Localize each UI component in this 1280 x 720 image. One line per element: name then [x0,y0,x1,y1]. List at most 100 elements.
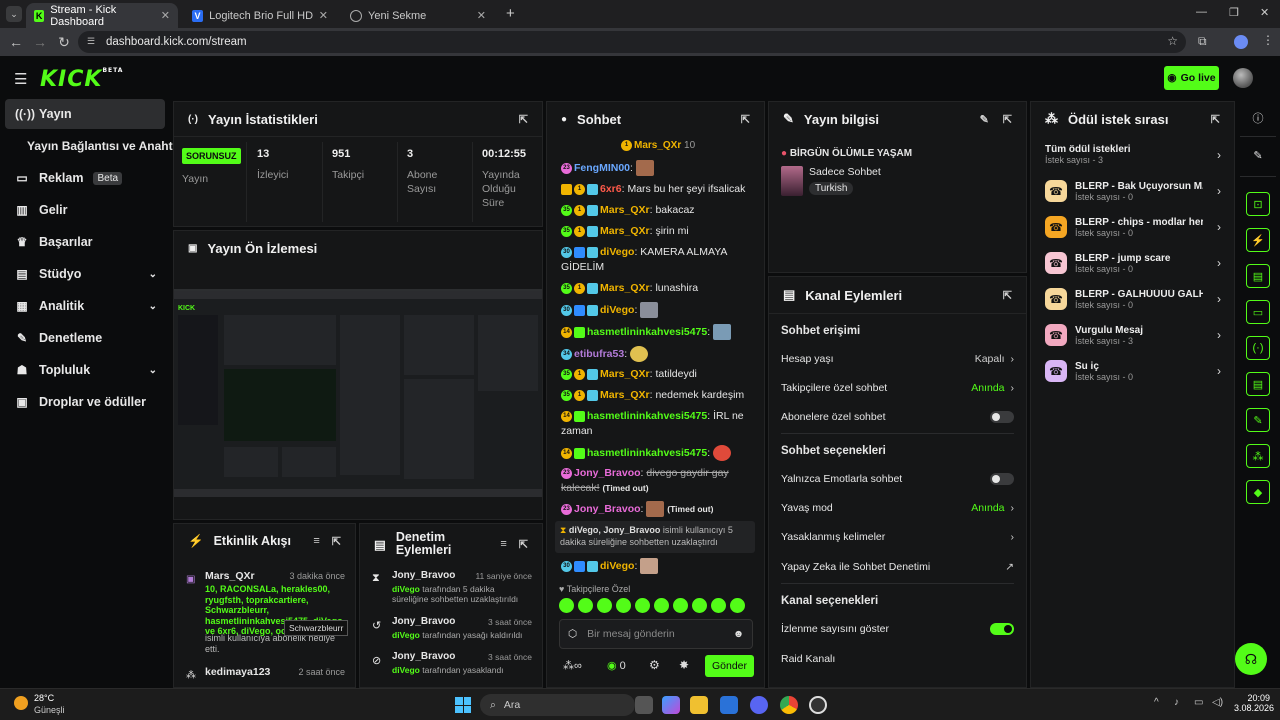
volume-icon[interactable]: ◁) [1212,697,1223,708]
slow-mode-row[interactable]: Yavaş mod Anında › [781,502,1014,514]
mod-user[interactable]: Jony_Bravoo [392,651,455,662]
sidebar-item-topluluk[interactable]: ☗ Topluluk ⌄ [5,355,165,385]
popout-icon[interactable]: ⇱ [741,113,750,126]
discord-icon[interactable] [750,696,768,714]
chat-user[interactable]: hasmetlininkahvesi5475 [587,326,707,338]
badge-icon[interactable]: ✸ [679,658,689,672]
stats-panel-icon[interactable]: ⊡ [1246,192,1270,216]
copilot-icon[interactable] [662,696,680,714]
sidebar-item-basarilar[interactable]: ♛ Başarılar [5,227,165,257]
followers-only-row[interactable]: Takipçilere özel sohbet Anında › [781,382,1014,394]
reward-row[interactable]: ☎ BLERP - chips - modlar her... İstek sayı… [1045,216,1221,238]
chat-user[interactable]: Mars_QXr [634,140,681,151]
account-age-row[interactable]: Hesap yaşı Kapalı › [781,353,1014,365]
subs-only-toggle[interactable] [990,411,1014,423]
community-icon[interactable]: ⁂ [1246,444,1270,468]
mic-icon[interactable]: ♪ [1174,697,1179,708]
popout-icon[interactable]: ⇱ [519,113,528,126]
chat-user[interactable]: Mars_QXr [600,389,650,401]
extensions-icon[interactable]: ⧉ [1198,34,1207,49]
tab-search-button[interactable]: ⌄ [6,6,22,22]
profile-icon[interactable] [1234,35,1248,49]
menu-dots-icon[interactable]: ⋮ [1262,33,1274,47]
edit-icon[interactable]: ✎ [1246,143,1270,167]
emote[interactable] [597,598,612,613]
show-viewers-toggle[interactable] [990,623,1014,635]
sidebar-item-stream-key[interactable]: Yayın Bağlantısı ve Anahtarı [5,131,187,161]
edit-icon[interactable]: ✎ [980,113,989,126]
go-live-button[interactable]: ◉ Go live [1164,66,1219,90]
emote[interactable] [559,598,574,613]
chat-user[interactable]: hasmetlininkahvesi5475 [587,447,707,459]
emoji-icon[interactable]: ☻ [733,628,744,640]
raid-row[interactable]: Raid Kanalı [781,653,1014,665]
reload-icon[interactable]: ↻ [52,34,76,51]
emote[interactable] [692,598,707,613]
sidebar-item-denetleme[interactable]: ✎ Denetleme [5,323,165,353]
reward-row[interactable]: ☎ BLERP - Bak Uçuyorsun M... İstek sayısı … [1045,180,1221,202]
windows-start-icon[interactable] [455,697,471,713]
emote-only-toggle[interactable] [990,473,1014,485]
folder-icon[interactable] [690,696,708,714]
popout-icon[interactable]: ⇱ [332,535,341,548]
document-icon[interactable]: ▤ [1246,264,1270,288]
popout-icon[interactable]: ⇱ [1211,113,1220,126]
reward-row[interactable]: ☎ BLERP - jump scare İstek sayısı - 0 › [1045,252,1221,274]
filter-icon[interactable]: ≡ [313,535,319,548]
reward-row[interactable]: ☎ BLERP - GALHÜÜÜÜ GALH... İstek sayısı - … [1045,288,1221,310]
chat-input[interactable]: ⬡ Bir mesaj gönderin ☻ [559,619,753,649]
send-button[interactable]: Gönder [705,655,754,677]
community-icon[interactable]: ⁂∞ [563,659,582,672]
filter-icon[interactable]: ≡ [500,538,506,551]
site-info-icon[interactable]: ☰ [87,36,95,47]
mod-user[interactable]: Jony_Bravoo [392,570,455,581]
points-display[interactable]: ◉ 0 [607,659,626,672]
bookmark-star-icon[interactable]: ☆ [1167,34,1178,48]
ticket-icon[interactable]: ◆ [1246,480,1270,504]
broadcast-icon[interactable]: (·) [1246,336,1270,360]
banned-words-row[interactable]: Yasaklanmış kelimeler › [781,531,1014,543]
mod-actor[interactable]: diVego [392,584,420,594]
weather-temp[interactable]: 28°C [34,693,54,703]
event-user[interactable]: kedimaya123 [205,666,270,678]
back-icon[interactable]: ← [4,34,28,50]
url-field[interactable]: ☰ dashboard.kick.com/stream ☆ [78,31,1186,53]
emote[interactable] [635,598,650,613]
sidebar-item-droplar[interactable]: ▣ Droplar ve ödüller [5,387,165,417]
emote[interactable] [578,598,593,613]
emote[interactable] [730,598,745,613]
emote[interactable] [673,598,688,613]
sidebar-item-reklam[interactable]: ▭ Reklam Beta [5,163,165,193]
ai-moderation-row[interactable]: Yapay Zeka ile Sohbet Denetimi ↗ [781,561,1014,573]
task-view-icon[interactable] [635,696,653,714]
minimize-button[interactable]: — [1196,6,1207,18]
reward-row-all[interactable]: Tüm ödül istekleri İstek sayısı - 3 › [1045,144,1221,165]
sidebar-item-analitik[interactable]: ▦ Analitik ⌄ [5,291,165,321]
tab-kick-dashboard[interactable]: K Stream - Kick Dashboard ✕ [26,3,178,28]
mod-actor[interactable]: diVego [392,630,420,640]
kick-logo[interactable]: KICKBETA [40,67,123,92]
tab-logitech[interactable]: V Logitech Brio Full HD Web Kam ✕ [184,3,336,28]
reward-row[interactable]: ☎ Su iç İstek sayısı - 0 › [1045,360,1221,382]
popout-icon[interactable]: ⇱ [519,538,528,551]
chat-user[interactable]: Jony_Bravoo [574,467,641,479]
chat-user[interactable]: Jony_Bravoo [574,503,641,515]
support-headset-icon[interactable]: ☊ [1235,643,1267,675]
chat-icon[interactable]: ▭ [1246,300,1270,324]
user-avatar[interactable] [1233,68,1253,88]
window-close-button[interactable]: ✕ [1260,6,1269,19]
weather-text[interactable]: Güneşli [34,705,65,715]
sidebar-item-gelir[interactable]: ▥ Gelir [5,195,165,225]
popout-icon[interactable]: ⇱ [1003,113,1012,126]
info-icon[interactable]: ⓘ [1246,106,1270,130]
tab-new[interactable]: Yeni Sekme ✕ [342,3,494,28]
event-user[interactable]: Mars_QXr [205,570,255,582]
preview-video[interactable]: KICK [174,289,542,497]
chat-user[interactable]: diVego [600,560,634,572]
chat-user[interactable]: Mars_QXr [600,225,650,237]
sidebar-item-yayin[interactable]: ((·)) Yayın [5,99,165,129]
chat-user[interactable]: diVego [600,246,634,258]
emote[interactable] [711,598,726,613]
mod-user[interactable]: Jony_Bravoo [392,616,455,627]
chat-user[interactable]: 6xr6 [600,183,622,195]
